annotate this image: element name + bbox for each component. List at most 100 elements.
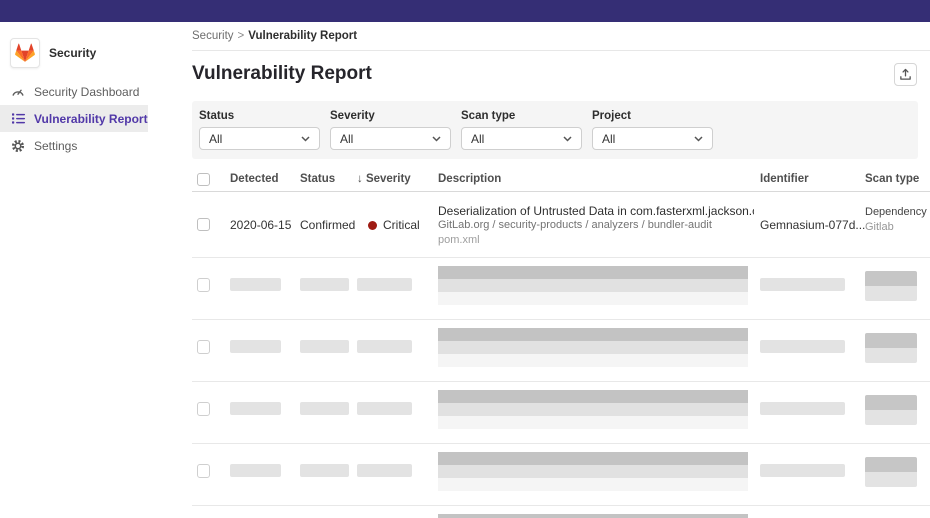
column-header-scan-type[interactable]: Scan type (865, 168, 919, 190)
sidebar-header: Security (10, 38, 96, 68)
select-all-checkbox[interactable] (197, 173, 210, 186)
breadcrumb-parent[interactable]: Security (192, 30, 234, 42)
skeleton-description (438, 390, 748, 429)
skeleton-description (438, 328, 748, 367)
skeleton-scan-type (865, 271, 917, 301)
skeleton-scan-type (865, 395, 917, 425)
skeleton-bar (300, 402, 349, 415)
filter-label: Status (199, 110, 320, 122)
skeleton-description (438, 452, 748, 491)
filter-status: Status All (199, 110, 320, 150)
filter-bar: Status All Severity All Scan type All (192, 101, 918, 159)
project-filter-dropdown[interactable]: All (592, 127, 713, 150)
skeleton-bar (760, 340, 845, 353)
skeleton-bar (357, 402, 412, 415)
filter-scan-type: Scan type All (461, 110, 582, 150)
severity-label: Critical (383, 218, 420, 232)
export-button[interactable] (894, 63, 917, 86)
vulnerability-row[interactable]: 2020-06-15 Confirmed Critical Deserializ… (192, 192, 930, 258)
skeleton-checkbox (197, 340, 210, 354)
dashboard-gauge-icon (11, 85, 25, 99)
loading-skeleton-row (192, 506, 930, 518)
chevron-down-icon (301, 136, 310, 142)
column-header-identifier[interactable]: Identifier (760, 168, 809, 190)
dropdown-value: All (209, 132, 222, 146)
sidebar-item-label: Settings (34, 139, 77, 153)
filter-label: Project (592, 110, 713, 122)
sidebar-item-settings[interactable]: Settings (0, 132, 148, 159)
dropdown-value: All (340, 132, 353, 146)
skeleton-bar (760, 464, 845, 477)
chevron-down-icon (694, 136, 703, 142)
status-filter-dropdown[interactable]: All (199, 127, 320, 150)
breadcrumb-separator: > (238, 30, 245, 42)
skeleton-bar (230, 340, 281, 353)
skeleton-bar (230, 464, 281, 477)
security-sidebar: Security Security Dashboard (0, 22, 148, 518)
skeleton-scan-type (865, 457, 917, 487)
filter-label: Scan type (461, 110, 582, 122)
app-screen: Security Security Dashboard (0, 0, 930, 518)
identifier-cell: Gemnasium-077d... (760, 218, 865, 232)
skeleton-checkbox (197, 464, 210, 478)
scan-type-filter-dropdown[interactable]: All (461, 127, 582, 150)
skeleton-scan-type (865, 333, 917, 363)
project-path: GitLab.org / security-products / analyze… (438, 219, 712, 231)
severity-critical-icon (368, 221, 377, 230)
skeleton-bar (230, 278, 281, 291)
filter-severity: Severity All (330, 110, 451, 150)
list-icon (11, 112, 25, 126)
skeleton-bar (760, 278, 845, 291)
export-icon (899, 68, 912, 81)
gear-icon (11, 139, 25, 153)
skeleton-bar (300, 464, 349, 477)
loading-skeleton-row (192, 382, 930, 444)
filter-project: Project All (592, 110, 713, 150)
scan-type-cell: Dependency (865, 206, 927, 218)
column-header-detected[interactable]: Detected (230, 168, 279, 190)
severity-cell: Critical (368, 218, 420, 232)
sidebar-section-label: Security (49, 46, 96, 60)
gitlab-tanuki-icon (15, 43, 35, 63)
skeleton-bar (357, 340, 412, 353)
top-navbar (0, 0, 930, 22)
column-header-description[interactable]: Description (438, 168, 501, 190)
severity-filter-dropdown[interactable]: All (330, 127, 451, 150)
loading-skeleton-row (192, 444, 930, 506)
loading-skeleton-row (192, 320, 930, 382)
chevron-down-icon (432, 136, 441, 142)
scanner-vendor: Gitlab (865, 221, 894, 233)
sidebar-item-security-dashboard[interactable]: Security Dashboard (0, 78, 148, 105)
skeleton-bar (300, 278, 349, 291)
sort-descending-icon: ↓ (357, 173, 363, 185)
skeleton-description (438, 514, 748, 518)
dropdown-value: All (602, 132, 615, 146)
skeleton-bar (760, 402, 845, 415)
skeleton-checkbox (197, 402, 210, 416)
status-cell: Confirmed (300, 218, 355, 232)
detected-cell: 2020-06-15 (230, 218, 291, 232)
skeleton-bar (357, 464, 412, 477)
skeleton-description (438, 266, 748, 305)
sidebar-item-label: Security Dashboard (34, 85, 139, 99)
column-header-status[interactable]: Status (300, 168, 335, 190)
dropdown-value: All (471, 132, 484, 146)
column-header-severity[interactable]: ↓ Severity (357, 168, 411, 190)
skeleton-bar (230, 402, 281, 415)
sidebar-item-vulnerability-report[interactable]: Vulnerability Report (0, 105, 148, 132)
skeleton-bar (300, 340, 349, 353)
row-checkbox[interactable] (197, 218, 210, 231)
breadcrumb: Security >Vulnerability Report (192, 30, 930, 51)
breadcrumb-current: Vulnerability Report (248, 30, 357, 42)
main-content: Security>Vulnerability Report Vulnerabil… (192, 22, 930, 518)
table-header: Detected Status ↓ Severity Description I… (192, 168, 930, 192)
loading-skeleton-row (192, 258, 930, 320)
sidebar-item-label: Vulnerability Report (34, 112, 148, 126)
page-title: Vulnerability Report (192, 63, 372, 85)
filter-label: Severity (330, 110, 451, 122)
gitlab-logo[interactable] (10, 38, 40, 68)
chevron-down-icon (563, 136, 572, 142)
skeleton-checkbox (197, 278, 210, 292)
vulnerable-file: pom.xml (438, 234, 480, 246)
vulnerability-title-link[interactable]: Deserialization of Untrusted Data in com… (438, 204, 754, 218)
